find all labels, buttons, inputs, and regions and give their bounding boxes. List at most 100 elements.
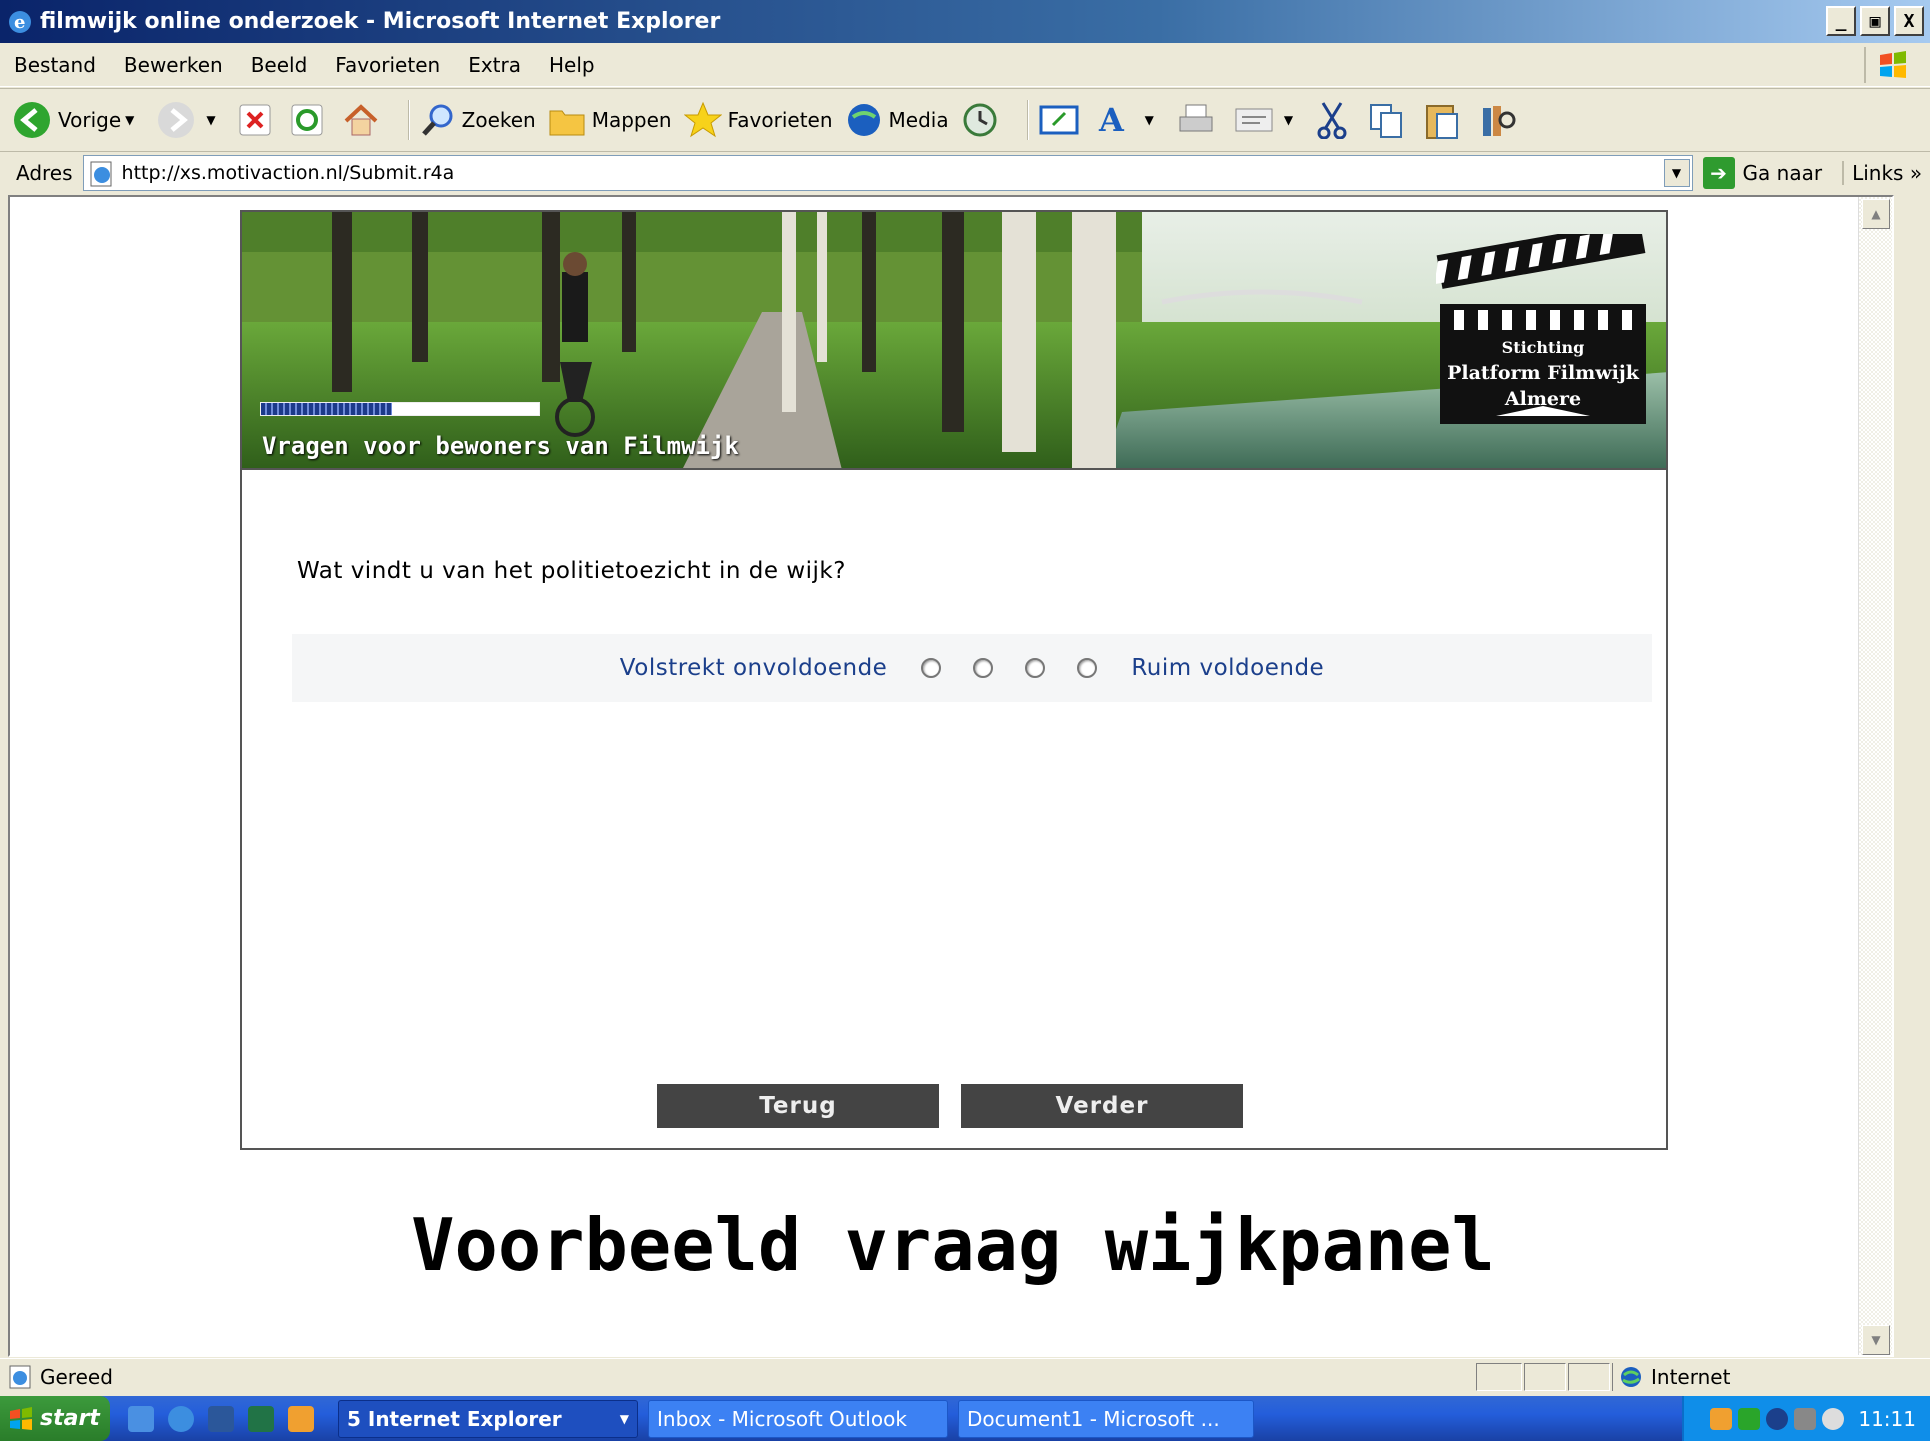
address-dropdown-icon[interactable]: ▼	[1663, 158, 1690, 187]
rating-radio-4[interactable]	[1077, 658, 1098, 678]
platform-filmwijk-logo: Stichting Platform Filmwijk Almere	[1436, 234, 1650, 424]
media-label: Media	[888, 107, 949, 132]
minimize-button[interactable]: _	[1826, 6, 1856, 36]
svg-text:A: A	[1098, 101, 1125, 139]
history-button[interactable]	[961, 101, 1005, 139]
outlook-tray-icon[interactable]	[1710, 1407, 1733, 1430]
display-tray-icon[interactable]	[1794, 1407, 1817, 1430]
excel-icon[interactable]	[248, 1405, 274, 1432]
vertical-scrollbar[interactable]: ▲ ▼	[1858, 197, 1892, 1355]
system-tray: 11:11	[1682, 1396, 1930, 1441]
back-label: Vorige	[58, 107, 122, 132]
network-tray-icon[interactable]	[1738, 1407, 1761, 1430]
menu-help[interactable]: Help	[549, 53, 595, 77]
search-label: Zoeken	[461, 107, 536, 132]
font-size-button[interactable]: A ▼	[1097, 101, 1164, 139]
cut-button[interactable]	[1315, 101, 1355, 139]
menu-beeld[interactable]: Beeld	[251, 53, 308, 77]
slide-caption: Voorbeeld vraag wijkpanel	[411, 1203, 1495, 1287]
status-bar: Gereed Internet	[0, 1358, 1930, 1394]
task-word[interactable]: Document1 - Microsoft ...	[958, 1399, 1254, 1438]
media-button[interactable]: Media	[845, 101, 949, 139]
status-cell	[1524, 1363, 1566, 1391]
links-button[interactable]: Links »	[1842, 160, 1922, 185]
survey-panel: Vragen voor bewoners van Filmwijk Sticht…	[240, 210, 1668, 1150]
home-button[interactable]	[342, 101, 386, 139]
messenger-tray-icon[interactable]	[1766, 1407, 1789, 1430]
rating-radio-1[interactable]	[921, 658, 942, 678]
back-survey-button[interactable]: Terug	[657, 1084, 939, 1128]
windows-logo-icon	[10, 1406, 32, 1430]
svg-text:e: e	[14, 12, 25, 33]
folder-icon	[549, 110, 585, 135]
stop-icon	[239, 104, 271, 135]
scroll-up-icon[interactable]: ▲	[1862, 199, 1890, 229]
menu-bar: Bestand Bewerken Beeld Favorieten Extra …	[0, 43, 1930, 87]
address-bar: Adres http://xs.motivaction.nl/Submit.r4…	[0, 151, 1930, 193]
internet-explorer-icon[interactable]	[168, 1405, 194, 1432]
menu-extra[interactable]: Extra	[468, 53, 521, 77]
restore-button[interactable]: ▣	[1860, 6, 1890, 36]
favorites-button[interactable]: Favorieten	[683, 101, 833, 139]
printer-icon	[1179, 104, 1213, 131]
research-button[interactable]	[1479, 100, 1523, 140]
scissors-icon	[1317, 101, 1347, 139]
chevron-down-icon[interactable]: ▼	[1145, 113, 1154, 127]
go-arrow-icon: ➔	[1702, 156, 1735, 189]
start-label: start	[40, 1406, 100, 1431]
star-icon	[683, 101, 722, 137]
print-button[interactable]	[1176, 101, 1222, 139]
search-button[interactable]: Zoeken	[420, 102, 536, 138]
survey-progress-fill	[261, 403, 392, 415]
status-text: Gereed	[40, 1364, 113, 1389]
folders-button[interactable]: Mappen	[548, 103, 672, 137]
history-icon	[963, 103, 997, 136]
menu-bewerken[interactable]: Bewerken	[124, 53, 223, 77]
internet-explorer-icon: e	[9, 10, 31, 33]
back-button[interactable]: Vorige ▼	[12, 100, 144, 140]
forward-button[interactable]: ▼	[156, 100, 225, 140]
refresh-button[interactable]	[290, 103, 330, 137]
scroll-down-icon[interactable]: ▼	[1862, 1325, 1890, 1355]
mail-button[interactable]	[1039, 103, 1085, 137]
research-books-icon	[1483, 105, 1516, 136]
taskbar: start 5 Internet Explorer ▼ Inbox - Micr…	[0, 1396, 1930, 1441]
volume-tray-icon[interactable]	[1822, 1407, 1845, 1430]
outlook-icon[interactable]	[288, 1405, 314, 1432]
paste-button[interactable]	[1423, 100, 1467, 140]
close-button[interactable]: X	[1894, 6, 1924, 36]
task-label: 5 Internet Explorer	[347, 1406, 562, 1431]
task-internet-explorer[interactable]: 5 Internet Explorer ▼	[338, 1399, 638, 1438]
rating-scale: Volstrekt onvoldoende Ruim voldoende	[292, 634, 1652, 702]
toolbar: Vorige ▼ ▼ Zoeken Mappen Favorieten Medi…	[0, 88, 1930, 150]
menu-bestand[interactable]: Bestand	[14, 53, 96, 77]
chevron-down-icon[interactable]: ▼	[125, 113, 134, 127]
window-title: filmwijk online onderzoek - Microsoft In…	[40, 9, 721, 34]
survey-progress-bar	[260, 402, 540, 416]
windows-logo-icon	[1864, 47, 1920, 83]
question-text: Wat vindt u van het politietoezicht in d…	[297, 558, 846, 584]
logo-line3: Almere	[1504, 388, 1582, 410]
rating-radio-3[interactable]	[1025, 658, 1046, 678]
copy-button[interactable]	[1367, 101, 1411, 139]
edit-button[interactable]: ▼	[1234, 103, 1303, 137]
chevron-down-icon[interactable]: ▼	[206, 113, 215, 127]
address-input[interactable]: http://xs.motivaction.nl/Submit.r4a ▼	[82, 154, 1693, 191]
next-survey-button[interactable]: Verder	[961, 1084, 1243, 1128]
stop-button[interactable]	[238, 103, 278, 137]
logo-line1: Stichting	[1501, 338, 1585, 357]
go-button[interactable]: ➔ Ga naar	[1702, 156, 1822, 189]
status-cell	[1568, 1363, 1610, 1391]
zone-label: Internet	[1651, 1365, 1731, 1389]
word-icon[interactable]	[208, 1405, 234, 1432]
address-label: Adres	[16, 160, 73, 185]
status-cell	[1476, 1363, 1522, 1391]
chevron-down-icon[interactable]: ▼	[1284, 113, 1293, 127]
start-button[interactable]: start	[0, 1396, 110, 1441]
menu-favorieten[interactable]: Favorieten	[335, 53, 440, 77]
desktop-icon[interactable]	[128, 1405, 154, 1432]
task-outlook[interactable]: Inbox - Microsoft Outlook	[648, 1399, 948, 1438]
rating-radio-2[interactable]	[973, 658, 994, 678]
globe-icon	[1621, 1367, 1641, 1387]
quick-launch	[128, 1405, 314, 1432]
